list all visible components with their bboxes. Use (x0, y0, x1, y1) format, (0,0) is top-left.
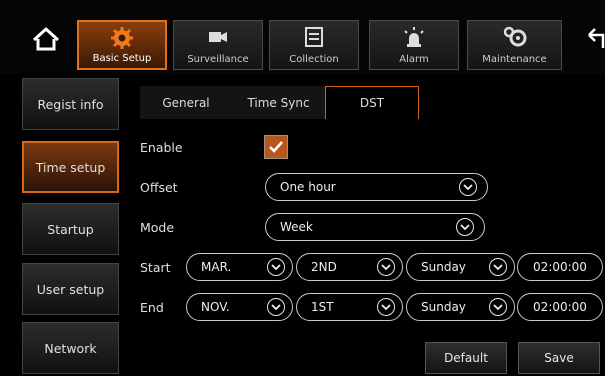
sidebar-item-label: User setup (36, 281, 105, 297)
end-week-value: 1ST (311, 300, 334, 314)
enable-checkbox[interactable] (264, 135, 288, 159)
nav-surveillance[interactable]: Surveillance (173, 20, 263, 70)
nav-label: Collection (289, 54, 339, 65)
checkmark-icon (269, 141, 283, 153)
tab-label: DST (359, 96, 385, 110)
chevron-down-icon (489, 258, 507, 276)
top-nav-bar: Basic Setup Surveillance Collection Alar… (0, 0, 605, 74)
mode-label: Mode (140, 220, 175, 235)
start-day-value: Sunday (421, 260, 466, 274)
sidebar-item-label: Startup (47, 221, 94, 237)
nav-collection[interactable]: Collection (269, 20, 359, 70)
tab-label: General (162, 95, 210, 110)
nav-label: Maintenance (482, 54, 547, 65)
start-week-select[interactable]: 2ND (296, 253, 403, 281)
nav-label: Alarm (399, 54, 429, 65)
tab-label: Time Sync (247, 95, 310, 110)
chevron-down-icon (377, 298, 395, 316)
end-month-select[interactable]: NOV. (186, 293, 293, 321)
start-month-select[interactable]: MAR. (186, 253, 293, 281)
offset-select[interactable]: One hour (265, 173, 488, 201)
end-day-value: Sunday (421, 300, 466, 314)
end-month-value: NOV. (201, 300, 230, 314)
chevron-down-icon (377, 258, 395, 276)
mode-select[interactable]: Week (265, 213, 485, 241)
start-label: Start (140, 260, 171, 275)
back-button[interactable] (585, 24, 605, 54)
offset-value: One hour (280, 180, 336, 194)
tab-dst[interactable]: DST (325, 86, 419, 119)
end-day-select[interactable]: Sunday (406, 293, 515, 321)
list-icon (305, 27, 323, 47)
chevron-down-icon (489, 298, 507, 316)
nav-label: Basic Setup (92, 53, 152, 64)
start-month-value: MAR. (201, 260, 232, 274)
home-icon (32, 27, 60, 51)
back-arrow-icon (588, 28, 605, 48)
alarm-light-icon (404, 27, 424, 47)
gear-icon (111, 27, 133, 49)
sidebar-item-time-setup[interactable]: Time setup (22, 141, 119, 193)
nav-alarm[interactable]: Alarm (369, 20, 459, 70)
chevron-down-icon (267, 298, 285, 316)
end-time-input[interactable]: 02:00:00 (517, 293, 603, 321)
sidebar-item-label: Network (44, 340, 97, 356)
gears-icon (503, 26, 526, 47)
tab-time-sync[interactable]: Time Sync (232, 86, 325, 119)
sidebar-item-label: Regist info (37, 96, 104, 112)
offset-label: Offset (140, 180, 178, 195)
start-day-select[interactable]: Sunday (406, 253, 515, 281)
nav-label: Surveillance (187, 54, 249, 65)
save-button[interactable]: Save (518, 342, 600, 374)
start-week-value: 2ND (311, 260, 337, 274)
sidebar-item-label: Time setup (35, 159, 106, 175)
chevron-down-icon (267, 258, 285, 276)
sidebar-item-network[interactable]: Network (22, 322, 119, 374)
sidebar-item-user-setup[interactable]: User setup (22, 263, 119, 315)
start-time-input[interactable]: 02:00:00 (517, 253, 603, 281)
nav-basic-setup[interactable]: Basic Setup (77, 20, 167, 70)
chevron-down-icon (459, 178, 477, 196)
end-label: End (140, 300, 164, 315)
mode-value: Week (280, 220, 313, 234)
camera-icon (209, 32, 227, 42)
end-week-select[interactable]: 1ST (296, 293, 403, 321)
nav-maintenance[interactable]: Maintenance (467, 20, 562, 70)
sidebar-item-regist-info[interactable]: Regist info (22, 78, 119, 130)
enable-label: Enable (140, 140, 183, 155)
home-button[interactable] (26, 22, 66, 58)
chevron-down-icon (456, 218, 474, 236)
sidebar-item-startup[interactable]: Startup (22, 203, 119, 255)
default-button[interactable]: Default (425, 342, 507, 374)
tab-general[interactable]: General (140, 86, 232, 119)
